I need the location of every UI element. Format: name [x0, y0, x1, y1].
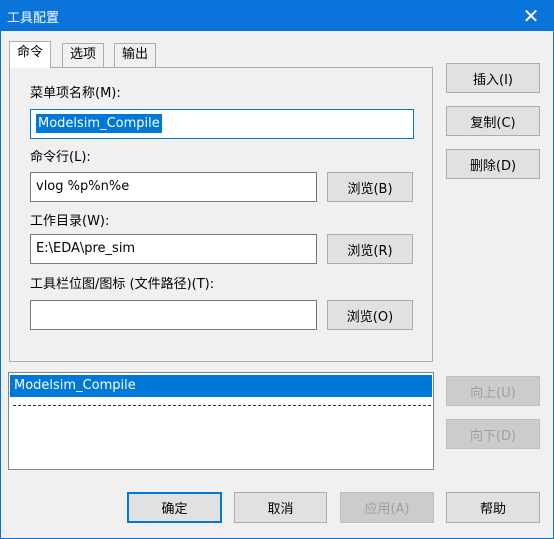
tab-output[interactable]: 输出: [114, 43, 157, 67]
working-directory-label: 工作目录(W):: [30, 214, 110, 229]
menu-name-input[interactable]: Modelsim_Compile: [30, 109, 414, 139]
command-line-input[interactable]: vlog %p%n%e: [30, 172, 317, 202]
browse-directory-button[interactable]: 浏览(R): [327, 234, 413, 264]
menu-name-value: Modelsim_Compile: [36, 114, 162, 133]
delete-button[interactable]: 删除(D): [446, 149, 540, 179]
toolbar-icon-label: 工具栏位图/图标 (文件路径)(T):: [30, 277, 215, 292]
move-down-button[interactable]: 向下(D): [446, 419, 540, 449]
ok-button[interactable]: 确定: [127, 492, 222, 523]
tools-listbox[interactable]: Modelsim_Compile: [8, 372, 434, 470]
menu-name-label: 菜单项名称(M):: [30, 86, 121, 101]
browse-command-button[interactable]: 浏览(B): [327, 172, 413, 202]
window-title: 工具配置: [7, 11, 60, 26]
tab-options[interactable]: 选项: [62, 43, 105, 67]
list-item[interactable]: Modelsim_Compile: [10, 375, 432, 397]
toolbar-icon-input[interactable]: [30, 300, 317, 330]
working-directory-input[interactable]: E:\EDA\pre_sim: [30, 234, 317, 264]
insert-button[interactable]: 插入(I): [446, 63, 540, 93]
help-button[interactable]: 帮助: [446, 492, 540, 523]
list-separator: [13, 405, 431, 406]
tab-command[interactable]: 命令: [9, 41, 52, 68]
apply-button[interactable]: 应用(A): [340, 492, 434, 523]
close-icon[interactable]: ✕: [508, 0, 554, 31]
cancel-button[interactable]: 取消: [234, 492, 327, 523]
move-up-button[interactable]: 向上(U): [446, 376, 540, 406]
browse-icon-button[interactable]: 浏览(O): [327, 300, 413, 330]
command-line-label: 命令行(L):: [30, 150, 91, 165]
copy-button[interactable]: 复制(C): [446, 106, 540, 136]
title-bar: 工具配置 ✕: [0, 0, 554, 31]
